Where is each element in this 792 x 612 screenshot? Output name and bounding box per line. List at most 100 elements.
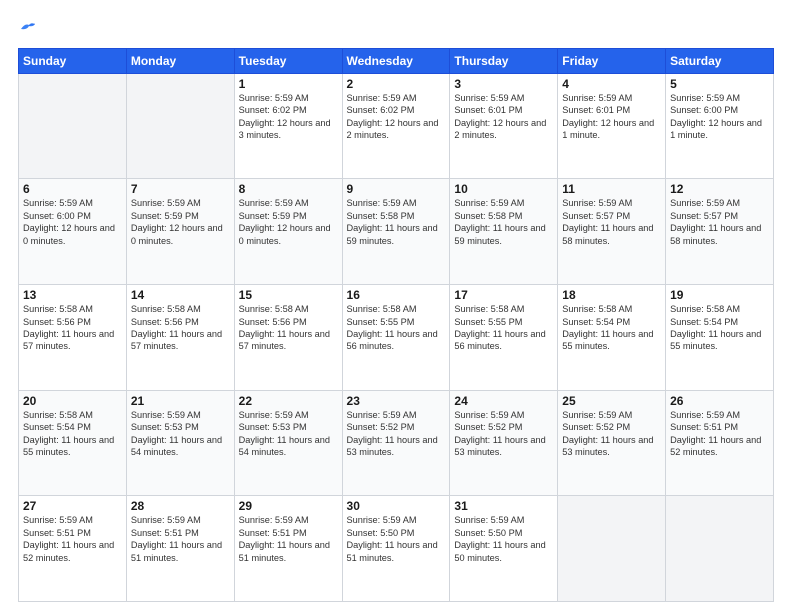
- weekday-header-sunday: Sunday: [19, 48, 127, 73]
- day-number: 31: [454, 499, 553, 513]
- day-info: Sunrise: 5:59 AM Sunset: 5:59 PM Dayligh…: [131, 197, 230, 247]
- calendar-cell: 10Sunrise: 5:59 AM Sunset: 5:58 PM Dayli…: [450, 179, 558, 285]
- day-info: Sunrise: 5:59 AM Sunset: 5:52 PM Dayligh…: [562, 409, 661, 459]
- calendar-cell: 29Sunrise: 5:59 AM Sunset: 5:51 PM Dayli…: [234, 496, 342, 602]
- calendar-cell: 4Sunrise: 5:59 AM Sunset: 6:01 PM Daylig…: [558, 73, 666, 179]
- day-number: 27: [23, 499, 122, 513]
- day-number: 2: [347, 77, 446, 91]
- calendar-cell: 3Sunrise: 5:59 AM Sunset: 6:01 PM Daylig…: [450, 73, 558, 179]
- weekday-header-monday: Monday: [126, 48, 234, 73]
- day-number: 30: [347, 499, 446, 513]
- day-number: 25: [562, 394, 661, 408]
- weekday-header-tuesday: Tuesday: [234, 48, 342, 73]
- day-number: 13: [23, 288, 122, 302]
- calendar-cell: 19Sunrise: 5:58 AM Sunset: 5:54 PM Dayli…: [666, 285, 774, 391]
- day-number: 8: [239, 182, 338, 196]
- logo: [18, 18, 39, 38]
- day-number: 3: [454, 77, 553, 91]
- day-number: 11: [562, 182, 661, 196]
- calendar-cell: 30Sunrise: 5:59 AM Sunset: 5:50 PM Dayli…: [342, 496, 450, 602]
- calendar-cell: 1Sunrise: 5:59 AM Sunset: 6:02 PM Daylig…: [234, 73, 342, 179]
- day-info: Sunrise: 5:58 AM Sunset: 5:56 PM Dayligh…: [239, 303, 338, 353]
- day-info: Sunrise: 5:59 AM Sunset: 5:57 PM Dayligh…: [562, 197, 661, 247]
- calendar-cell: 13Sunrise: 5:58 AM Sunset: 5:56 PM Dayli…: [19, 285, 127, 391]
- day-info: Sunrise: 5:59 AM Sunset: 5:52 PM Dayligh…: [454, 409, 553, 459]
- week-row-2: 6Sunrise: 5:59 AM Sunset: 6:00 PM Daylig…: [19, 179, 774, 285]
- day-number: 15: [239, 288, 338, 302]
- calendar-cell: 18Sunrise: 5:58 AM Sunset: 5:54 PM Dayli…: [558, 285, 666, 391]
- calendar-cell: 16Sunrise: 5:58 AM Sunset: 5:55 PM Dayli…: [342, 285, 450, 391]
- calendar-cell: 8Sunrise: 5:59 AM Sunset: 5:59 PM Daylig…: [234, 179, 342, 285]
- day-info: Sunrise: 5:58 AM Sunset: 5:54 PM Dayligh…: [23, 409, 122, 459]
- calendar-cell: 26Sunrise: 5:59 AM Sunset: 5:51 PM Dayli…: [666, 390, 774, 496]
- day-info: Sunrise: 5:58 AM Sunset: 5:55 PM Dayligh…: [454, 303, 553, 353]
- day-info: Sunrise: 5:58 AM Sunset: 5:54 PM Dayligh…: [562, 303, 661, 353]
- calendar-cell: 25Sunrise: 5:59 AM Sunset: 5:52 PM Dayli…: [558, 390, 666, 496]
- day-number: 10: [454, 182, 553, 196]
- day-number: 16: [347, 288, 446, 302]
- day-number: 5: [670, 77, 769, 91]
- calendar-cell: 7Sunrise: 5:59 AM Sunset: 5:59 PM Daylig…: [126, 179, 234, 285]
- day-number: 1: [239, 77, 338, 91]
- calendar-cell: 15Sunrise: 5:58 AM Sunset: 5:56 PM Dayli…: [234, 285, 342, 391]
- day-info: Sunrise: 5:59 AM Sunset: 5:57 PM Dayligh…: [670, 197, 769, 247]
- day-info: Sunrise: 5:59 AM Sunset: 5:51 PM Dayligh…: [670, 409, 769, 459]
- day-info: Sunrise: 5:59 AM Sunset: 5:59 PM Dayligh…: [239, 197, 338, 247]
- day-info: Sunrise: 5:58 AM Sunset: 5:54 PM Dayligh…: [670, 303, 769, 353]
- day-number: 29: [239, 499, 338, 513]
- calendar-page: SundayMondayTuesdayWednesdayThursdayFrid…: [0, 0, 792, 612]
- calendar-cell: 24Sunrise: 5:59 AM Sunset: 5:52 PM Dayli…: [450, 390, 558, 496]
- calendar-cell: 9Sunrise: 5:59 AM Sunset: 5:58 PM Daylig…: [342, 179, 450, 285]
- calendar-cell: 14Sunrise: 5:58 AM Sunset: 5:56 PM Dayli…: [126, 285, 234, 391]
- calendar-table: SundayMondayTuesdayWednesdayThursdayFrid…: [18, 48, 774, 602]
- day-info: Sunrise: 5:59 AM Sunset: 6:01 PM Dayligh…: [562, 92, 661, 142]
- calendar-cell: 20Sunrise: 5:58 AM Sunset: 5:54 PM Dayli…: [19, 390, 127, 496]
- week-row-1: 1Sunrise: 5:59 AM Sunset: 6:02 PM Daylig…: [19, 73, 774, 179]
- day-info: Sunrise: 5:59 AM Sunset: 5:53 PM Dayligh…: [131, 409, 230, 459]
- day-number: 28: [131, 499, 230, 513]
- header: [18, 18, 774, 38]
- day-number: 19: [670, 288, 769, 302]
- week-row-5: 27Sunrise: 5:59 AM Sunset: 5:51 PM Dayli…: [19, 496, 774, 602]
- day-info: Sunrise: 5:59 AM Sunset: 5:58 PM Dayligh…: [347, 197, 446, 247]
- week-row-4: 20Sunrise: 5:58 AM Sunset: 5:54 PM Dayli…: [19, 390, 774, 496]
- day-number: 20: [23, 394, 122, 408]
- day-number: 12: [670, 182, 769, 196]
- day-number: 4: [562, 77, 661, 91]
- day-number: 23: [347, 394, 446, 408]
- day-info: Sunrise: 5:59 AM Sunset: 5:51 PM Dayligh…: [23, 514, 122, 564]
- calendar-cell: [126, 73, 234, 179]
- logo-bird-icon: [19, 21, 37, 35]
- day-info: Sunrise: 5:59 AM Sunset: 6:02 PM Dayligh…: [239, 92, 338, 142]
- day-number: 14: [131, 288, 230, 302]
- calendar-cell: [558, 496, 666, 602]
- day-number: 9: [347, 182, 446, 196]
- calendar-cell: 23Sunrise: 5:59 AM Sunset: 5:52 PM Dayli…: [342, 390, 450, 496]
- day-number: 6: [23, 182, 122, 196]
- day-number: 18: [562, 288, 661, 302]
- calendar-cell: 17Sunrise: 5:58 AM Sunset: 5:55 PM Dayli…: [450, 285, 558, 391]
- day-info: Sunrise: 5:59 AM Sunset: 5:50 PM Dayligh…: [347, 514, 446, 564]
- day-info: Sunrise: 5:59 AM Sunset: 5:51 PM Dayligh…: [131, 514, 230, 564]
- calendar-cell: 27Sunrise: 5:59 AM Sunset: 5:51 PM Dayli…: [19, 496, 127, 602]
- day-number: 21: [131, 394, 230, 408]
- calendar-cell: 22Sunrise: 5:59 AM Sunset: 5:53 PM Dayli…: [234, 390, 342, 496]
- calendar-cell: 5Sunrise: 5:59 AM Sunset: 6:00 PM Daylig…: [666, 73, 774, 179]
- day-info: Sunrise: 5:59 AM Sunset: 5:51 PM Dayligh…: [239, 514, 338, 564]
- calendar-cell: 11Sunrise: 5:59 AM Sunset: 5:57 PM Dayli…: [558, 179, 666, 285]
- day-info: Sunrise: 5:59 AM Sunset: 5:52 PM Dayligh…: [347, 409, 446, 459]
- weekday-header-thursday: Thursday: [450, 48, 558, 73]
- calendar-cell: 12Sunrise: 5:59 AM Sunset: 5:57 PM Dayli…: [666, 179, 774, 285]
- calendar-cell: 28Sunrise: 5:59 AM Sunset: 5:51 PM Dayli…: [126, 496, 234, 602]
- weekday-header-friday: Friday: [558, 48, 666, 73]
- day-info: Sunrise: 5:59 AM Sunset: 5:53 PM Dayligh…: [239, 409, 338, 459]
- day-info: Sunrise: 5:59 AM Sunset: 5:50 PM Dayligh…: [454, 514, 553, 564]
- day-number: 7: [131, 182, 230, 196]
- day-info: Sunrise: 5:59 AM Sunset: 6:00 PM Dayligh…: [670, 92, 769, 142]
- day-number: 26: [670, 394, 769, 408]
- weekday-header-saturday: Saturday: [666, 48, 774, 73]
- day-info: Sunrise: 5:59 AM Sunset: 6:02 PM Dayligh…: [347, 92, 446, 142]
- calendar-cell: 31Sunrise: 5:59 AM Sunset: 5:50 PM Dayli…: [450, 496, 558, 602]
- calendar-cell: 2Sunrise: 5:59 AM Sunset: 6:02 PM Daylig…: [342, 73, 450, 179]
- weekday-header-wednesday: Wednesday: [342, 48, 450, 73]
